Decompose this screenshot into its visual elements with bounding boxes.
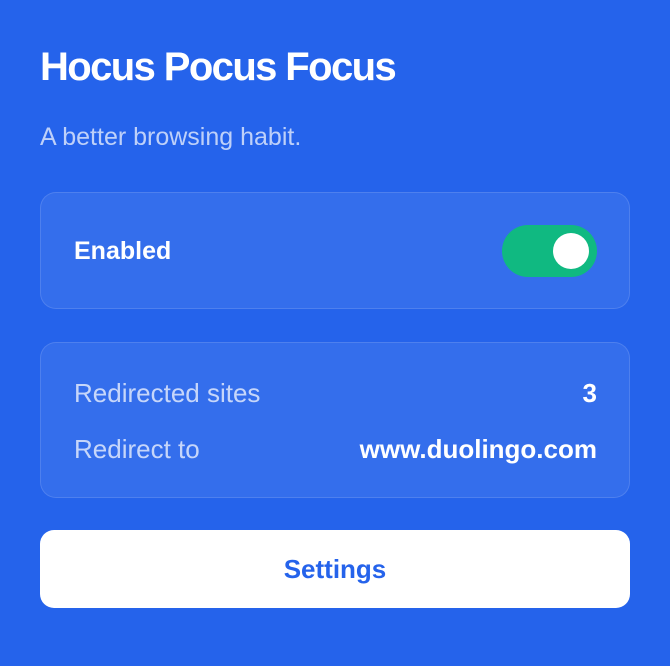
redirected-sites-row: Redirected sites 3 (74, 376, 597, 410)
app-title: Hocus Pocus Focus (40, 45, 397, 89)
enabled-card: Enabled (40, 192, 630, 309)
redirect-to-url: www.duolingo.com (359, 433, 597, 464)
redirected-sites-label: Redirected sites (74, 377, 261, 408)
enabled-toggle[interactable] (502, 225, 597, 277)
enabled-label: Enabled (74, 237, 172, 265)
toggle-knob (553, 233, 589, 269)
stats-card: Redirected sites 3 Redirect to www.duoli… (40, 342, 630, 498)
redirect-to-row: Redirect to www.duolingo.com (74, 432, 597, 466)
settings-button[interactable]: Settings (40, 530, 630, 608)
redirect-to-label: Redirect to (74, 433, 200, 464)
popup: Hocus Pocus Focus A better browsing habi… (0, 0, 670, 666)
redirected-sites-count: 3 (582, 377, 597, 408)
app-subtitle: A better browsing habit. (40, 123, 302, 151)
